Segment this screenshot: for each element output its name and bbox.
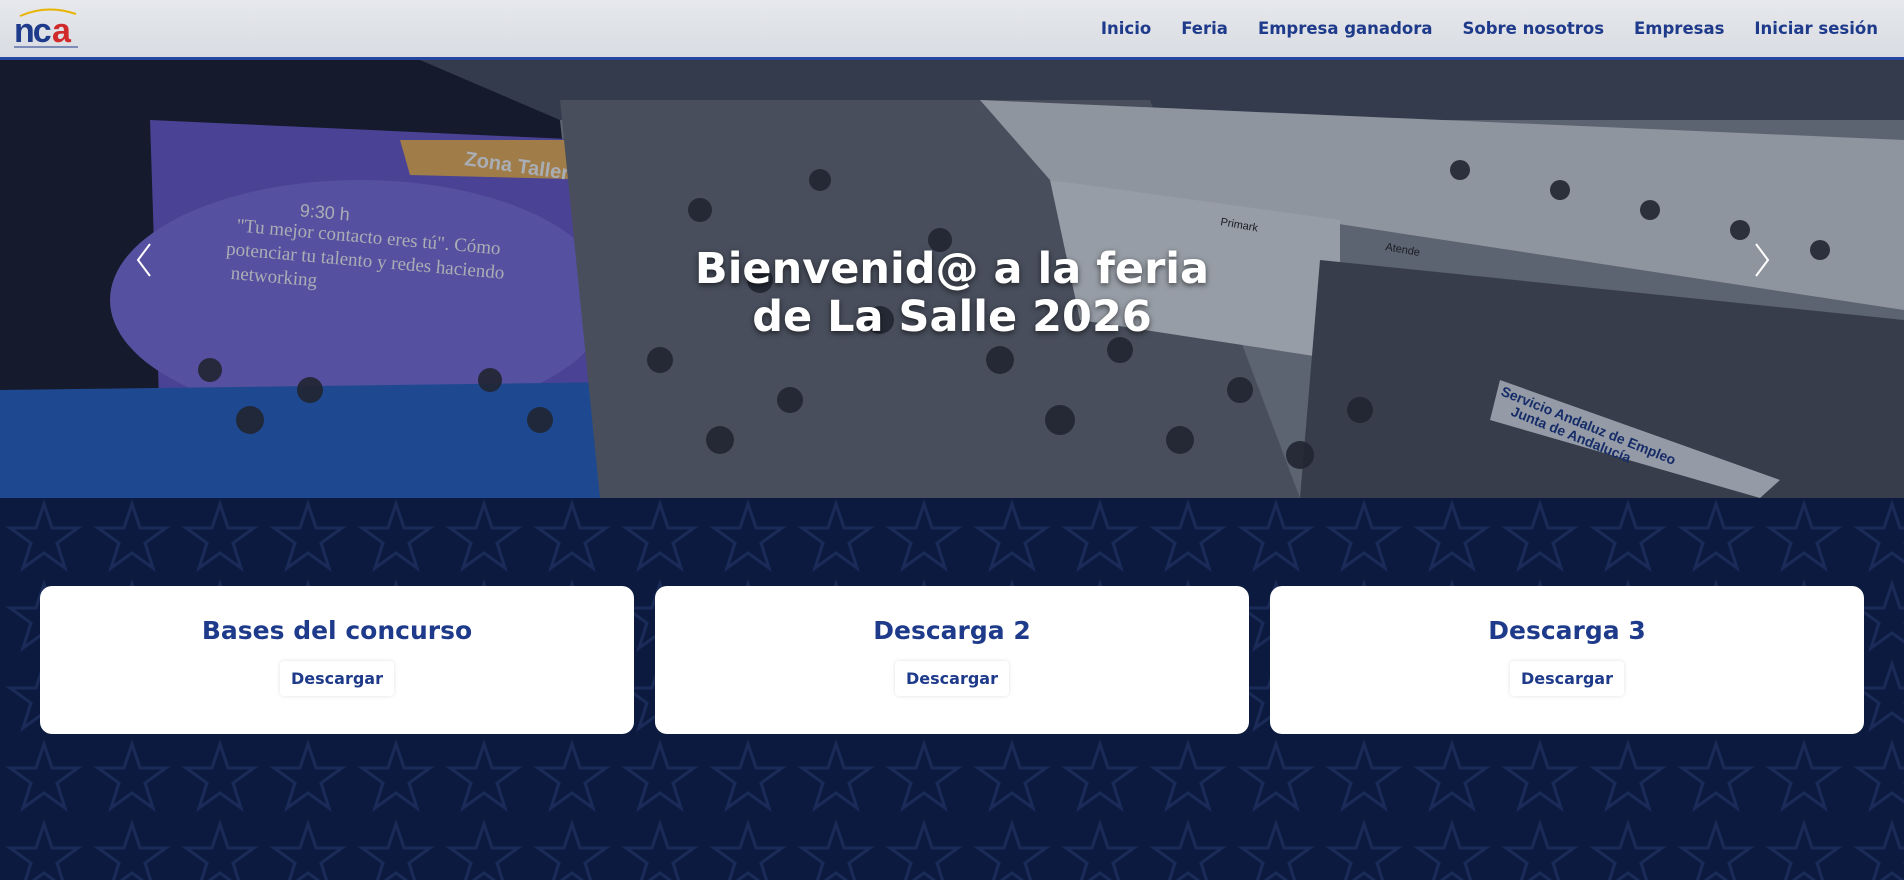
nav-sobre-nosotros[interactable]: Sobre nosotros [1463, 19, 1605, 38]
download-card-2: Descarga 2 Descargar [655, 586, 1249, 734]
nav-iniciar-sesion[interactable]: Iniciar sesión [1754, 19, 1878, 38]
nav-links: Inicio Feria Empresa ganadora Sobre noso… [1101, 0, 1878, 57]
svg-text:nc: nc [14, 12, 51, 50]
nca-logo[interactable]: nc a [12, 6, 82, 52]
hero-carousel: Zona Talleres 9:30 h "Tu mejor contacto … [0, 60, 1904, 498]
hero-title-line1: Bienvenid@ a la feria [694, 244, 1210, 294]
card-title: Descarga 3 [1488, 616, 1646, 645]
download-button[interactable]: Descargar [280, 661, 394, 696]
nav-empresa-ganadora[interactable]: Empresa ganadora [1258, 19, 1433, 38]
nav-empresas[interactable]: Empresas [1634, 19, 1724, 38]
svg-text:a: a [52, 12, 72, 50]
card-title: Descarga 2 [873, 616, 1031, 645]
downloads-section: Bases del concurso Descargar Descarga 2 … [0, 498, 1904, 880]
card-title: Bases del concurso [201, 616, 473, 645]
nav-feria[interactable]: Feria [1181, 19, 1228, 38]
download-card-3: Descarga 3 Descargar [1270, 586, 1864, 734]
download-card-bases: Bases del concurso Descargar [40, 586, 634, 734]
hero-title: Bienvenid@ a la feria de La Salle 2026 [0, 245, 1904, 341]
hero-title-line2: de La Salle 2026 [752, 292, 1152, 342]
download-button[interactable]: Descargar [1510, 661, 1624, 696]
nav-inicio[interactable]: Inicio [1101, 19, 1151, 38]
download-button[interactable]: Descargar [895, 661, 1009, 696]
navbar: nc a Inicio Feria Empresa ganadora Sobre… [0, 0, 1904, 60]
